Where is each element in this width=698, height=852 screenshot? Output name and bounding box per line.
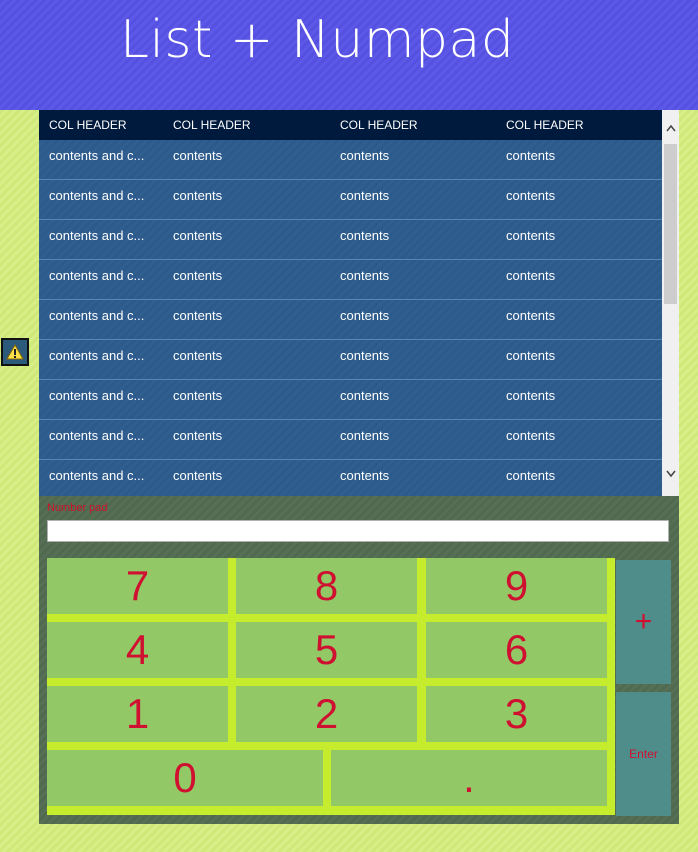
table-row[interactable]: contents and c... contents contents content… [39,260,662,300]
table-cell: contents [340,428,390,443]
key-0[interactable]: 0 [47,750,323,806]
table-cell: contents [340,148,390,163]
table-cell: contents [173,308,223,323]
table-cell: contents [340,268,390,283]
table-cell: contents [173,468,223,483]
grid-header-row: COL HEADER COL HEADER COL HEADER COL HEA… [39,110,662,140]
key-9[interactable]: 9 [426,558,607,614]
key-8[interactable]: 8 [236,558,417,614]
number-pad-label: Number pad [47,502,108,514]
table-cell: contents [506,148,556,163]
table-cell: contents [506,348,556,363]
table-cell: contents and c... [49,188,145,203]
column-header[interactable]: COL HEADER [49,110,127,140]
table-cell: contents [506,388,556,403]
grid-rows: contents and c... contents contents content… [39,140,662,496]
column-header[interactable]: COL HEADER [340,110,418,140]
data-grid: COL HEADER COL HEADER COL HEADER COL HEA… [39,110,679,496]
table-row[interactable]: contents and c... contents contents content… [39,300,662,340]
table-row[interactable]: contents and c... contents contents content… [39,220,662,260]
table-cell: contents and c... [49,428,145,443]
key-1[interactable]: 1 [47,686,228,742]
table-cell: contents [173,228,223,243]
table-cell: contents [340,308,390,323]
warning-icon[interactable] [1,338,29,366]
table-cell: contents and c... [49,228,145,243]
table-cell: contents [340,348,390,363]
table-row[interactable]: contents and c... contents contents content… [39,460,662,496]
scrollbar-thumb[interactable] [664,144,677,304]
key-4[interactable]: 4 [47,622,228,678]
column-header[interactable]: COL HEADER [506,110,584,140]
table-cell: contents [173,388,223,403]
table-cell: contents [173,348,223,363]
table-cell: contents [340,228,390,243]
table-cell: contents and c... [49,268,145,283]
key-7[interactable]: 7 [47,558,228,614]
table-cell: contents and c... [49,388,145,403]
table-cell: contents and c... [49,468,145,483]
table-cell: contents [173,428,223,443]
key-3[interactable]: 3 [426,686,607,742]
key-decimal[interactable]: . [331,750,607,806]
app-header: List + Numpad [0,0,698,110]
table-cell: contents [506,308,556,323]
table-cell: contents [173,148,223,163]
table-row[interactable]: contents and c... contents contents content… [39,420,662,460]
column-header[interactable]: COL HEADER [173,110,251,140]
number-pad-input[interactable] [47,520,669,542]
table-row[interactable]: contents and c... contents contents content… [39,180,662,220]
number-pad: Number pad 7 8 9 4 5 6 1 2 3 0 . + Enter [39,496,679,824]
table-cell: contents [506,268,556,283]
table-cell: contents [340,468,390,483]
table-cell: contents [506,428,556,443]
key-6[interactable]: 6 [426,622,607,678]
chevron-down-icon[interactable] [662,466,679,484]
table-row[interactable]: contents and c... contents contents content… [39,340,662,380]
table-cell: contents [506,228,556,243]
grid-scrollbar[interactable] [662,110,679,496]
table-cell: contents [340,188,390,203]
table-row[interactable]: contents and c... contents contents content… [39,380,662,420]
plus-key[interactable]: + [616,560,671,684]
table-cell: contents [506,188,556,203]
table-cell: contents and c... [49,308,145,323]
chevron-up-icon[interactable] [662,120,679,138]
key-2[interactable]: 2 [236,686,417,742]
enter-key[interactable]: Enter [616,692,671,816]
number-pad-keys: 7 8 9 4 5 6 1 2 3 0 . [47,558,615,815]
table-cell: contents [340,388,390,403]
key-5[interactable]: 5 [236,622,417,678]
table-cell: contents and c... [49,348,145,363]
table-cell: contents [173,188,223,203]
table-cell: contents [506,468,556,483]
table-row[interactable]: contents and c... contents contents content… [39,140,662,180]
table-cell: contents [173,268,223,283]
table-cell: contents and c... [49,148,145,163]
page-title: List + Numpad [120,10,515,70]
